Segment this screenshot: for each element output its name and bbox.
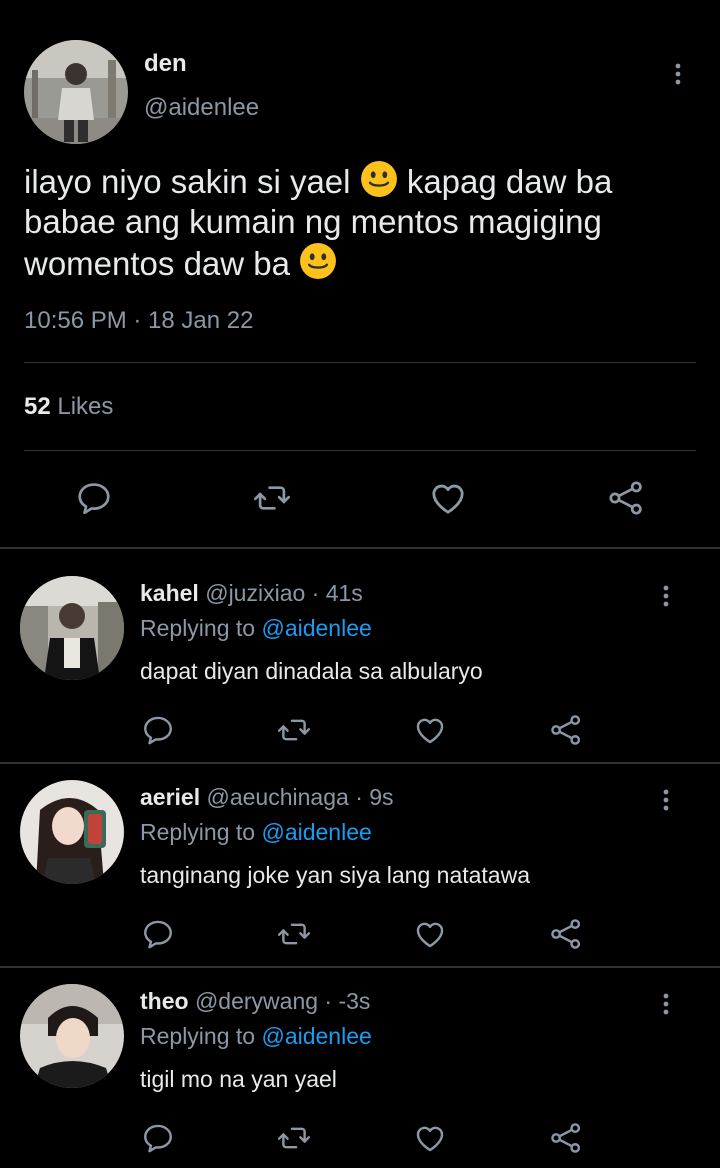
tweet-text-part: ilayo niyo sakin si yael	[24, 163, 360, 200]
avatar[interactable]	[20, 576, 124, 680]
replying-to: Replying to @aidenlee	[140, 1023, 372, 1050]
share-button[interactable]	[546, 914, 586, 954]
replying-label: Replying to	[140, 819, 256, 845]
smiling-face-emoji-icon	[299, 242, 337, 280]
replying-label: Replying to	[140, 1023, 256, 1049]
retweet-icon	[277, 917, 311, 951]
reply-icon	[75, 479, 113, 517]
more-vertical-icon	[662, 788, 670, 812]
replying-to: Replying to @aidenlee	[140, 819, 372, 846]
tweet-timestamp[interactable]: 10:56 PM · 18 Jan 22	[24, 307, 253, 335]
retweet-button[interactable]	[248, 474, 296, 522]
retweet-button[interactable]	[274, 914, 314, 954]
reply-button[interactable]	[138, 710, 178, 750]
divider	[0, 547, 720, 549]
retweet-icon	[253, 479, 291, 517]
reply-text: dapat diyan dinadala sa albularyo	[140, 658, 483, 684]
reply-handle[interactable]: @derywang	[195, 988, 318, 1014]
divider	[24, 362, 696, 363]
reply-header: kahel @juzixiao · 41s	[140, 580, 363, 607]
retweet-button[interactable]	[274, 710, 314, 750]
avatar[interactable]	[20, 780, 124, 884]
share-icon	[607, 479, 645, 517]
reply-time: · 9s	[355, 784, 394, 810]
heart-icon	[413, 917, 447, 951]
divider	[0, 762, 720, 764]
reply-header: theo @derywang · -3s	[140, 988, 370, 1015]
heart-icon	[413, 1121, 447, 1155]
like-button[interactable]	[424, 474, 472, 522]
share-button[interactable]	[546, 1118, 586, 1158]
reply-display-name[interactable]: theo	[140, 988, 189, 1014]
reply-button[interactable]	[138, 1118, 178, 1158]
reply-time: · 41s	[311, 580, 363, 606]
heart-icon	[428, 478, 468, 518]
replying-label: Replying to	[140, 615, 256, 641]
divider	[0, 966, 720, 968]
share-button[interactable]	[602, 474, 650, 522]
reply-text: tigil mo na yan yael	[140, 1066, 337, 1092]
reply-button[interactable]	[138, 914, 178, 954]
reply-icon	[141, 1121, 175, 1155]
reply-display-name[interactable]: kahel	[140, 580, 199, 606]
avatar[interactable]	[24, 40, 128, 144]
share-button[interactable]	[546, 710, 586, 750]
reply-button[interactable]	[70, 474, 118, 522]
likes-label: Likes	[57, 393, 114, 420]
divider	[24, 450, 696, 451]
reply-text: tanginang joke yan siya lang natatawa	[140, 862, 531, 888]
reply-display-name[interactable]: aeriel	[140, 784, 200, 810]
reply-header: aeriel @aeuchinaga · 9s	[140, 784, 394, 811]
tweet-text: ilayo niyo sakin si yael kapag daw ba ba…	[24, 160, 674, 284]
more-options-button[interactable]	[654, 784, 678, 816]
share-icon	[549, 917, 583, 951]
more-vertical-icon	[674, 62, 682, 86]
retweet-icon	[277, 1121, 311, 1155]
avatar[interactable]	[20, 984, 124, 1088]
more-options-button[interactable]	[666, 58, 690, 90]
mention-link[interactable]: @aidenlee	[261, 615, 371, 641]
retweet-button[interactable]	[274, 1118, 314, 1158]
share-icon	[549, 1121, 583, 1155]
like-button[interactable]	[410, 710, 450, 750]
like-button[interactable]	[410, 914, 450, 954]
reply-icon	[141, 917, 175, 951]
reply-handle[interactable]: @aeuchinaga	[207, 784, 349, 810]
reply-icon	[141, 713, 175, 747]
heart-icon	[413, 713, 447, 747]
more-options-button[interactable]	[654, 580, 678, 612]
replying-to: Replying to @aidenlee	[140, 615, 372, 642]
share-icon	[549, 713, 583, 747]
retweet-icon	[277, 713, 311, 747]
author-handle[interactable]: @aidenlee	[144, 94, 259, 122]
likes-count[interactable]: 52 Likes	[24, 393, 113, 421]
more-options-button[interactable]	[654, 988, 678, 1020]
likes-number: 52	[24, 393, 51, 420]
more-vertical-icon	[662, 584, 670, 608]
more-vertical-icon	[662, 992, 670, 1016]
smiling-face-emoji-icon	[360, 160, 398, 198]
mention-link[interactable]: @aidenlee	[261, 819, 371, 845]
reply-handle[interactable]: @juzixiao	[205, 580, 305, 606]
like-button[interactable]	[410, 1118, 450, 1158]
reply-time: · -3s	[324, 988, 371, 1014]
mention-link[interactable]: @aidenlee	[261, 1023, 371, 1049]
author-display-name[interactable]: den	[144, 50, 187, 78]
